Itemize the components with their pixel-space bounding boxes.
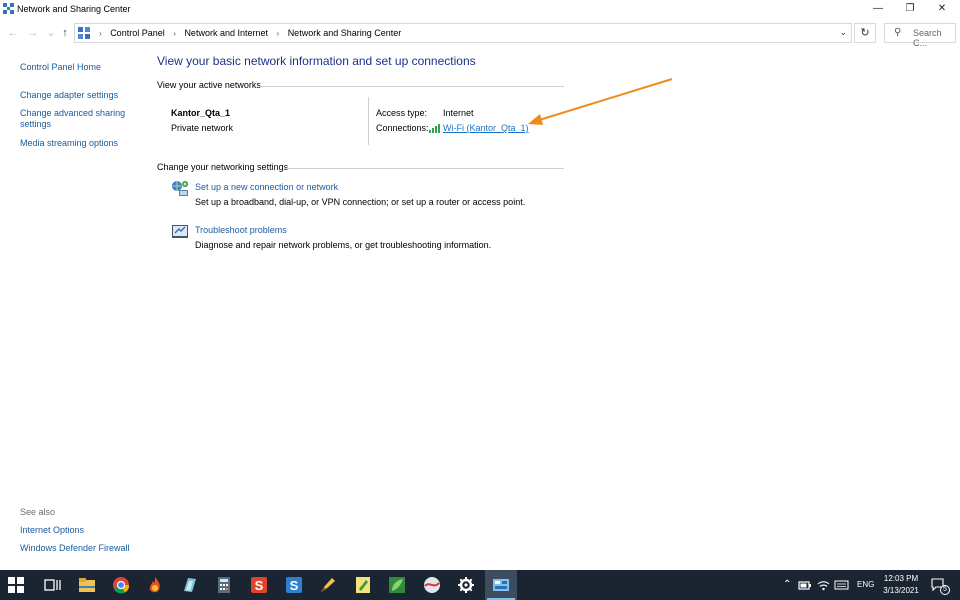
start-windows-icon[interactable] (8, 577, 24, 593)
troubleshoot-icon (172, 225, 188, 238)
app-wave-icon[interactable] (422, 575, 442, 595)
troubleshoot-link[interactable]: Troubleshoot problems (195, 225, 287, 235)
app-glass-icon[interactable] (180, 575, 200, 595)
app-pen-icon[interactable] (318, 575, 338, 595)
address-dropdown-icon[interactable]: ⌄ (839, 27, 847, 38)
title-bar: Network and Sharing Center — ❐ ✕ (0, 0, 960, 18)
annotation-arrow-icon (528, 78, 673, 125)
calculator-icon[interactable] (214, 575, 234, 595)
battery-icon[interactable] (798, 579, 812, 591)
search-input[interactable]: ⚲ Search C... (884, 23, 956, 48)
wifi-signal-icon (429, 124, 440, 133)
breadcrumb-separator-icon[interactable]: › (277, 29, 280, 38)
troubleshoot-description: Diagnose and repair network problems, or… (195, 240, 492, 250)
sidebar-item-change-advanced-sharing[interactable]: Change advanced sharing settings (20, 108, 132, 130)
active-networks-heading: View your active networks (157, 80, 261, 90)
file-explorer-icon[interactable] (77, 575, 97, 595)
see-also-windows-defender-firewall[interactable]: Windows Defender Firewall (20, 543, 130, 554)
svg-text:S: S (290, 578, 299, 593)
address-field[interactable]: › Control Panel › Network and Internet ›… (74, 23, 852, 43)
network-center-icon (3, 3, 14, 14)
minimize-button[interactable]: — (862, 0, 894, 18)
search-placeholder: Search C... (913, 28, 942, 48)
breadcrumb-network-and-internet[interactable]: Network and Internet (184, 28, 268, 38)
new-connection-icon (172, 181, 188, 196)
access-type-value: Internet (443, 108, 474, 118)
breadcrumb-network-and-sharing-center[interactable]: Network and Sharing Center (288, 28, 402, 38)
active-app-highlight[interactable] (485, 570, 517, 600)
control-panel-icon (78, 27, 90, 39)
keyboard-icon[interactable] (834, 579, 849, 591)
breadcrumb: › Control Panel › Network and Internet ›… (93, 28, 401, 38)
setup-connection-link[interactable]: Set up a new connection or network (195, 182, 338, 192)
recent-locations-chevron-icon[interactable]: ⌄ (44, 26, 58, 40)
access-type-label: Access type: (376, 108, 428, 118)
connections-label: Connections: (376, 123, 429, 133)
search-icon: ⚲ (894, 27, 902, 38)
section-divider (284, 168, 564, 169)
language-indicator[interactable]: ENG (857, 570, 874, 600)
see-also-heading: See also (20, 507, 56, 517)
back-arrow-icon[interactable]: ← (6, 26, 20, 40)
navigation-bar: ← → ⌄ ↑ › Control Panel › Network and In… (0, 20, 960, 48)
svg-text:S: S (255, 578, 264, 593)
forward-arrow-icon[interactable]: → (26, 26, 40, 40)
tray-chevron-up-icon[interactable]: ⌃ (783, 570, 791, 600)
breadcrumb-separator-icon: › (99, 29, 102, 38)
task-view-icon[interactable] (42, 575, 62, 595)
settings-gear-icon[interactable] (456, 575, 476, 595)
page-title: View your basic network information and … (157, 54, 476, 68)
breadcrumb-separator-icon[interactable]: › (173, 29, 176, 38)
app-leaf-icon[interactable] (387, 575, 407, 595)
network-name: Kantor_Qta_1 (171, 108, 231, 118)
app-s-blue-icon[interactable]: S (284, 575, 304, 595)
wifi-connection-link[interactable]: Wi-Fi (Kantor_Qta_1) (443, 123, 529, 133)
control-panel-taskbar-icon (493, 579, 509, 591)
setup-connection-description: Set up a broadband, dial-up, or VPN conn… (195, 197, 526, 207)
restore-button[interactable]: ❐ (894, 0, 926, 18)
window-title: Network and Sharing Center (17, 4, 131, 14)
network-type: Private network (171, 123, 234, 133)
chrome-icon[interactable] (111, 575, 131, 595)
clock[interactable]: 12:03 PM 3/13/2021 (878, 573, 924, 597)
sidebar-item-change-adapter-settings[interactable]: Change adapter settings (20, 90, 118, 101)
refresh-button[interactable]: ↻ (854, 23, 876, 43)
app-flame-icon[interactable] (145, 575, 165, 595)
section-divider (260, 86, 564, 87)
up-arrow-icon[interactable]: ↑ (58, 26, 72, 40)
wifi-tray-icon[interactable] (817, 579, 830, 591)
app-notes-icon[interactable] (353, 575, 373, 595)
clock-date: 3/13/2021 (883, 586, 919, 595)
refresh-icon: ↻ (860, 27, 870, 39)
notification-count-badge: 5 (940, 585, 950, 595)
taskbar: S S ⌃ ENG 12:03 PM 3/13/2021 5 (0, 570, 960, 600)
app-s-red-icon[interactable]: S (249, 575, 269, 595)
close-button[interactable]: ✕ (926, 0, 958, 18)
network-divider (368, 97, 369, 145)
change-settings-heading: Change your networking settings (157, 162, 289, 172)
clock-time: 12:03 PM (883, 574, 919, 583)
sidebar-item-media-streaming[interactable]: Media streaming options (20, 138, 118, 149)
see-also-internet-options[interactable]: Internet Options (20, 525, 84, 536)
breadcrumb-control-panel[interactable]: Control Panel (110, 28, 165, 38)
sidebar-item-control-panel-home[interactable]: Control Panel Home (20, 62, 101, 73)
